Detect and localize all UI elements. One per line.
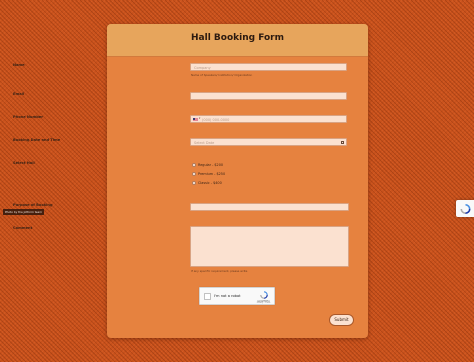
captcha-checkbox[interactable] [204, 293, 211, 300]
select-hall-label: Select Hall [13, 161, 35, 165]
captcha-links[interactable]: Privacy - Terms [255, 302, 272, 304]
name-placeholder: Company [194, 65, 211, 70]
email-input[interactable] [190, 92, 347, 100]
form-header: Hall Booking Form [107, 24, 368, 57]
radio-button[interactable] [192, 180, 196, 185]
hall-option-label: Regular - $200 [198, 162, 224, 167]
phone-input[interactable]: ▾ (000) 000-0000 [190, 115, 347, 123]
recaptcha-logo-icon [260, 291, 268, 299]
form-title: Hall Booking Form [191, 33, 284, 43]
chevron-down-icon[interactable]: ▾ [199, 117, 200, 120]
phone-placeholder: (000) 000-0000 [202, 117, 230, 122]
recaptcha-widget: I'm not a robot reCAPTCHA Privacy - Term… [199, 287, 275, 305]
booking-date-label: Booking Date and Time [13, 138, 61, 142]
email-label: Email [13, 92, 25, 96]
radio-button[interactable] [192, 162, 196, 167]
booking-date-input[interactable]: Select Date [190, 138, 347, 146]
comment-sublabel: If any specific requirement, please writ… [191, 269, 248, 273]
comment-label: Comment [13, 226, 33, 230]
name-label: Name [13, 63, 25, 67]
hall-option-label: Premium - $250 [198, 171, 226, 176]
purpose-input[interactable] [190, 203, 349, 211]
name-input[interactable]: Company [190, 63, 347, 71]
captcha-label: I'm not a robot [214, 294, 241, 299]
phone-label: Phone Number [13, 115, 44, 119]
recaptcha-badge[interactable] [456, 200, 474, 217]
comment-textarea[interactable] [190, 226, 349, 267]
us-flag-icon[interactable] [193, 118, 198, 122]
submit-button[interactable]: Submit [329, 314, 354, 326]
booking-date-placeholder: Select Date [194, 140, 215, 145]
radio-button[interactable] [192, 171, 196, 176]
purpose-label: Purpose of Booking [13, 203, 53, 207]
calendar-icon[interactable] [340, 141, 344, 145]
photo-credit[interactable]: Photo by the Jotform team [3, 209, 44, 215]
name-sublabel: Name of Speakers/ Institution/ Organizat… [191, 73, 253, 77]
hall-option-label: Classic - $400 [198, 180, 222, 185]
recaptcha-logo-icon [460, 203, 471, 214]
